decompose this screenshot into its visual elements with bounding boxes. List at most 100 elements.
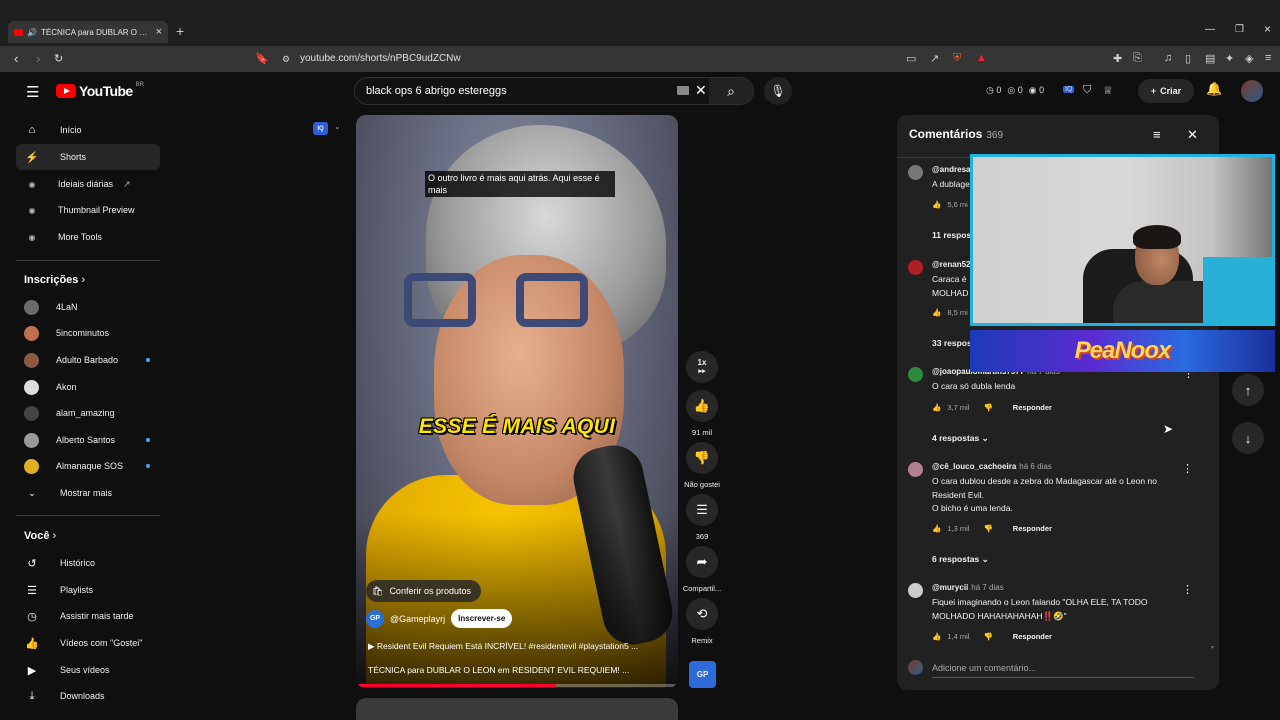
- sidebar-item-shorts[interactable]: ⚡ Shorts: [16, 144, 160, 170]
- subscription-item[interactable]: 4LaN: [16, 294, 160, 320]
- back-icon[interactable]: ‹: [14, 51, 18, 66]
- thumbs-down-icon[interactable]: 👎: [983, 632, 992, 641]
- notifications-bell-icon[interactable]: 🔔: [1206, 81, 1222, 97]
- comment-author[interactable]: @renan52: [932, 260, 970, 269]
- scroll-down-indicator[interactable]: ▾: [1211, 644, 1214, 651]
- subscribe-button[interactable]: Inscrever-se: [451, 609, 513, 628]
- thumbs-up-icon[interactable]: 👍: [932, 308, 941, 317]
- subscription-item[interactable]: Adulto Barbado: [16, 347, 160, 373]
- maximize-icon[interactable]: ❐: [1235, 24, 1244, 35]
- sidebar-icon[interactable]: ▯: [1185, 52, 1191, 65]
- channel-handle[interactable]: @Gameplayrj: [390, 614, 445, 624]
- close-window-icon[interactable]: ×: [1264, 22, 1271, 36]
- playback-speed-button[interactable]: 1x ▸▸: [686, 351, 718, 383]
- comment-author[interactable]: @murycii há 7 dias: [932, 583, 1004, 592]
- subscription-item[interactable]: alam_amazing: [16, 400, 160, 426]
- show-more-button[interactable]: ⌄ Mostrar mais: [16, 480, 160, 506]
- browser-tab[interactable]: 🔊 TÉCNICA para DUBLAR O LEON ×: [8, 21, 168, 43]
- dislike-button[interactable]: 👎: [686, 442, 718, 474]
- sidebar-item-thumbnail-preview[interactable]: ◉ Thumbnail Preview: [16, 197, 160, 223]
- products-button[interactable]: 🛍 Conferir os produtos: [366, 580, 481, 602]
- search-icon[interactable]: ⌕: [709, 78, 753, 104]
- sidebar-item-home[interactable]: ⌂ Início: [16, 117, 160, 143]
- subscription-item[interactable]: Almanaque SOS: [16, 453, 160, 479]
- share-button[interactable]: ➦: [686, 546, 718, 578]
- close-icon[interactable]: ✕: [1187, 127, 1198, 143]
- iq-extension-icon[interactable]: IQ: [313, 122, 328, 135]
- thumbs-down-icon[interactable]: 👎: [983, 524, 992, 533]
- commenter-avatar[interactable]: [908, 462, 923, 477]
- wallet-icon[interactable]: ▤: [1205, 52, 1215, 65]
- leo-icon[interactable]: ✦: [1225, 52, 1234, 65]
- bookmark-icon[interactable]: 🔖: [255, 52, 269, 65]
- site-info-icon[interactable]: ⚙: [282, 54, 290, 65]
- share-icon[interactable]: ↗: [930, 52, 939, 65]
- menu-icon[interactable]: ≡: [1265, 52, 1271, 64]
- progress-bar[interactable]: [356, 684, 678, 687]
- speaker-icon[interactable]: 🔊: [27, 28, 37, 37]
- more-options-icon[interactable]: ⋮: [1182, 462, 1193, 475]
- sidebar-item-watch-later[interactable]: ◷ Assistir mais tarde: [16, 603, 160, 629]
- replies-toggle[interactable]: 6 respostas ⌄: [932, 554, 989, 565]
- iq-extension-icon[interactable]: IQ: [1063, 86, 1075, 93]
- cast-icon[interactable]: ▭: [906, 52, 916, 65]
- comment-author[interactable]: @andresa: [932, 165, 970, 174]
- thumbs-up-icon[interactable]: 👍: [932, 632, 941, 641]
- youtube-logo[interactable]: YouTube BR: [56, 82, 144, 99]
- subscription-item[interactable]: Akon: [16, 374, 160, 400]
- search-input[interactable]: black ops 6 abrigo estereggs ✕ ⌕: [354, 77, 754, 105]
- comments-button[interactable]: ☰: [686, 494, 718, 526]
- next-short-button[interactable]: ↓: [1232, 422, 1264, 454]
- replies-toggle[interactable]: 4 respostas ⌄: [932, 433, 989, 444]
- remix-button[interactable]: ⟲: [686, 598, 718, 630]
- reply-button[interactable]: Responder: [1013, 524, 1052, 533]
- voice-search-icon[interactable]: 🎙: [764, 77, 792, 105]
- sort-icon[interactable]: ≡: [1153, 127, 1161, 142]
- sidebar-item-ideias[interactable]: ◉ Ideiais diárias ↗: [16, 171, 160, 197]
- channel-avatar[interactable]: GP: [366, 609, 384, 628]
- clear-search-icon[interactable]: ✕: [695, 82, 707, 99]
- commenter-avatar[interactable]: [908, 367, 923, 382]
- url-field[interactable]: youtube.com/shorts/nPBC9udZCNw: [300, 53, 461, 64]
- chevron-down-icon[interactable]: ⌄: [334, 122, 341, 131]
- close-tab-icon[interactable]: ×: [156, 26, 162, 38]
- channel-badge-button[interactable]: GP: [689, 661, 716, 688]
- subscription-item[interactable]: 5incominutos: [16, 320, 160, 346]
- thumbs-up-icon[interactable]: 👍: [932, 524, 941, 533]
- music-icon[interactable]: ♫: [1164, 52, 1172, 64]
- reply-button[interactable]: Responder: [1013, 403, 1052, 412]
- extensions-icon[interactable]: ✚: [1113, 52, 1122, 65]
- vpn-icon[interactable]: ◈: [1245, 52, 1253, 65]
- commenter-avatar[interactable]: [908, 260, 923, 275]
- next-short-preview[interactable]: [356, 698, 678, 720]
- previous-short-button[interactable]: ↑: [1232, 374, 1264, 406]
- you-heading[interactable]: Você ›: [24, 530, 56, 542]
- add-comment-input[interactable]: Adicione um comentário...: [932, 663, 1036, 673]
- new-tab-icon[interactable]: +: [176, 23, 184, 39]
- thumbs-up-icon[interactable]: 👍: [932, 200, 941, 209]
- trophy-icon[interactable]: ♕: [1103, 84, 1113, 97]
- reload-icon[interactable]: ↻: [54, 52, 63, 65]
- minimize-icon[interactable]: —: [1205, 24, 1215, 35]
- subscriptions-heading[interactable]: Inscrições ›: [24, 274, 85, 286]
- sidebar-item-history[interactable]: ↺ Histórico: [16, 550, 160, 576]
- create-button[interactable]: + Criar: [1138, 79, 1194, 103]
- comment-author[interactable]: @cê_louco_cachoeira há 6 dias: [932, 462, 1052, 471]
- commenter-avatar[interactable]: [908, 583, 923, 598]
- sidebar-item-playlists[interactable]: ☰ Playlists: [16, 577, 160, 603]
- linked-video[interactable]: ▶ Resident Evil Requiem Está INCRÍVEL! #…: [368, 641, 668, 652]
- reply-button[interactable]: Responder: [1013, 632, 1052, 641]
- commenter-avatar[interactable]: [908, 165, 923, 180]
- keyboard-icon[interactable]: [677, 86, 689, 95]
- thumbs-down-icon[interactable]: 👎: [983, 403, 992, 412]
- account-avatar[interactable]: [1241, 80, 1263, 102]
- shield-icon[interactable]: ⛉: [1083, 84, 1091, 97]
- like-button[interactable]: 👍: [686, 390, 718, 422]
- forward-icon[interactable]: ›: [36, 51, 40, 66]
- sidebar-item-liked-videos[interactable]: 👍 Vídeos com "Gostei": [16, 630, 160, 656]
- more-options-icon[interactable]: ⋮: [1182, 583, 1193, 596]
- screenshot-icon[interactable]: ⎘: [1133, 52, 1142, 65]
- hamburger-menu-icon[interactable]: ☰: [26, 83, 39, 101]
- sidebar-item-more-tools[interactable]: ◉ More Tools: [16, 224, 160, 250]
- thumbs-up-icon[interactable]: 👍: [932, 403, 941, 412]
